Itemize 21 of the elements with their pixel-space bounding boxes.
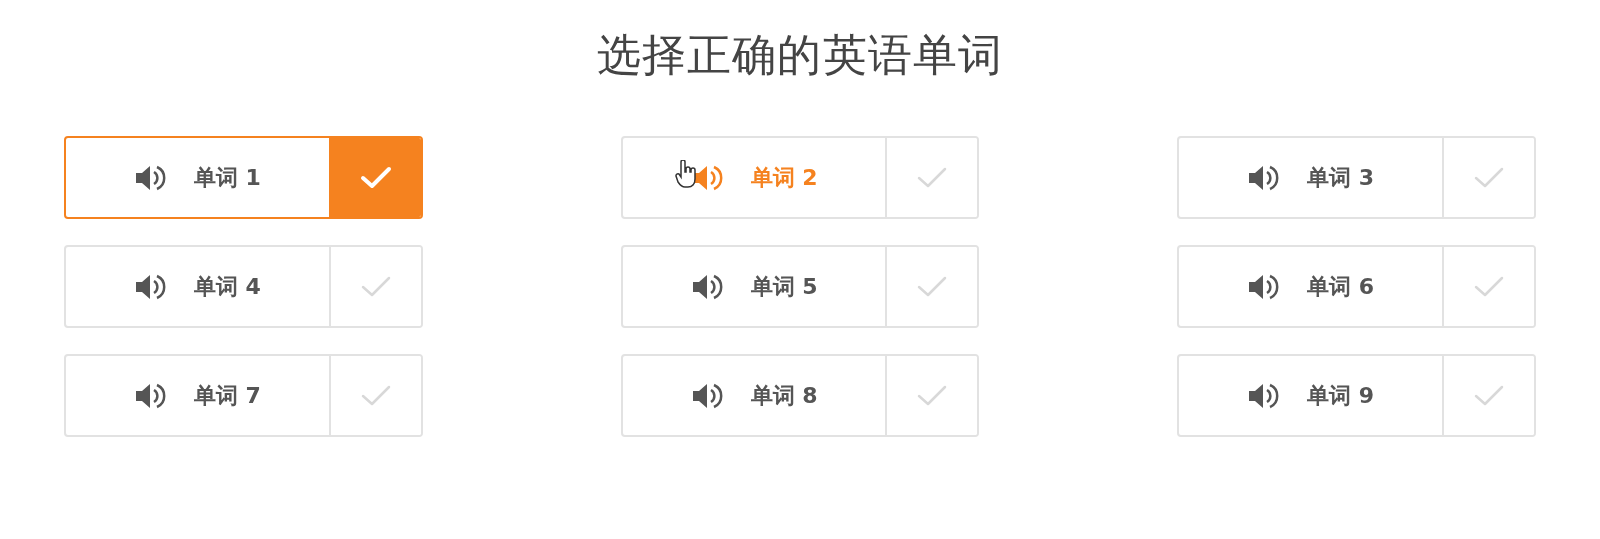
answer-option[interactable]: 单词 5 (620, 245, 980, 328)
option-label: 单词 8 (750, 382, 818, 410)
hand-cursor-icon (674, 160, 697, 188)
option-label: 单词 7 (193, 382, 261, 410)
option-label: 单词 9 (1307, 382, 1375, 410)
answer-option[interactable]: 单词 6 (1177, 245, 1536, 328)
option-label: 单词 2 (750, 164, 818, 192)
option-label: 单词 1 (193, 164, 261, 192)
page-title: 选择正确的英语单词 (597, 28, 1003, 82)
option-label: 单词 6 (1307, 273, 1375, 301)
answer-option[interactable]: 单词 1 (64, 136, 423, 219)
answer-option[interactable]: 单词 4 (64, 245, 423, 328)
check-icon (358, 164, 393, 191)
option-label: 单词 5 (750, 273, 818, 301)
option-label: 单词 3 (1307, 164, 1375, 192)
option-label: 单词 4 (193, 273, 261, 301)
answer-option[interactable]: 单词 8 (620, 354, 980, 437)
answer-option[interactable]: 单词 3 (1177, 136, 1536, 219)
answer-option[interactable]: 单词 7 (64, 354, 423, 437)
check-button[interactable] (328, 138, 421, 217)
answer-option[interactable]: 单词 9 (1177, 354, 1536, 437)
